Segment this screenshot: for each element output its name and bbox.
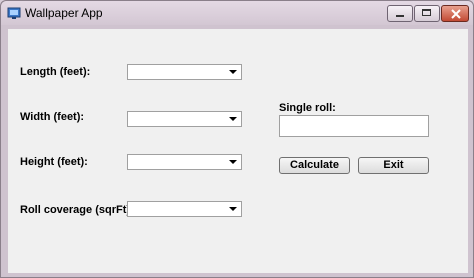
minimize-icon [396, 15, 404, 17]
roll-coverage-dropdown[interactable] [127, 201, 242, 217]
maximize-icon [422, 9, 431, 16]
minimize-button[interactable] [387, 5, 413, 22]
roll-coverage-label: Roll coverage (sqrFt): [20, 204, 134, 216]
length-dropdown[interactable] [127, 64, 242, 80]
chevron-down-icon[interactable] [229, 207, 237, 211]
app-icon [7, 6, 21, 20]
chevron-down-icon[interactable] [229, 160, 237, 164]
close-button[interactable] [441, 5, 469, 22]
width-label: Width (feet): [20, 111, 85, 123]
form-client-area: Length (feet): Width (feet): Height (fee… [8, 29, 468, 273]
height-label: Height (feet): [20, 156, 88, 168]
app-window: Wallpaper App Length (feet): Width (feet… [0, 0, 474, 278]
chevron-down-icon[interactable] [229, 117, 237, 121]
calculate-button[interactable]: Calculate [279, 157, 350, 174]
maximize-button[interactable] [414, 5, 440, 22]
window-title: Wallpaper App [25, 6, 103, 20]
length-label: Length (feet): [20, 66, 91, 78]
close-icon [451, 7, 461, 25]
chevron-down-icon[interactable] [229, 70, 237, 74]
title-bar[interactable]: Wallpaper App [1, 1, 473, 25]
width-dropdown[interactable] [127, 111, 242, 127]
exit-button[interactable]: Exit [358, 157, 429, 174]
single-roll-label: Single roll: [279, 102, 336, 114]
single-roll-output[interactable] [279, 115, 429, 137]
height-dropdown[interactable] [127, 154, 242, 170]
